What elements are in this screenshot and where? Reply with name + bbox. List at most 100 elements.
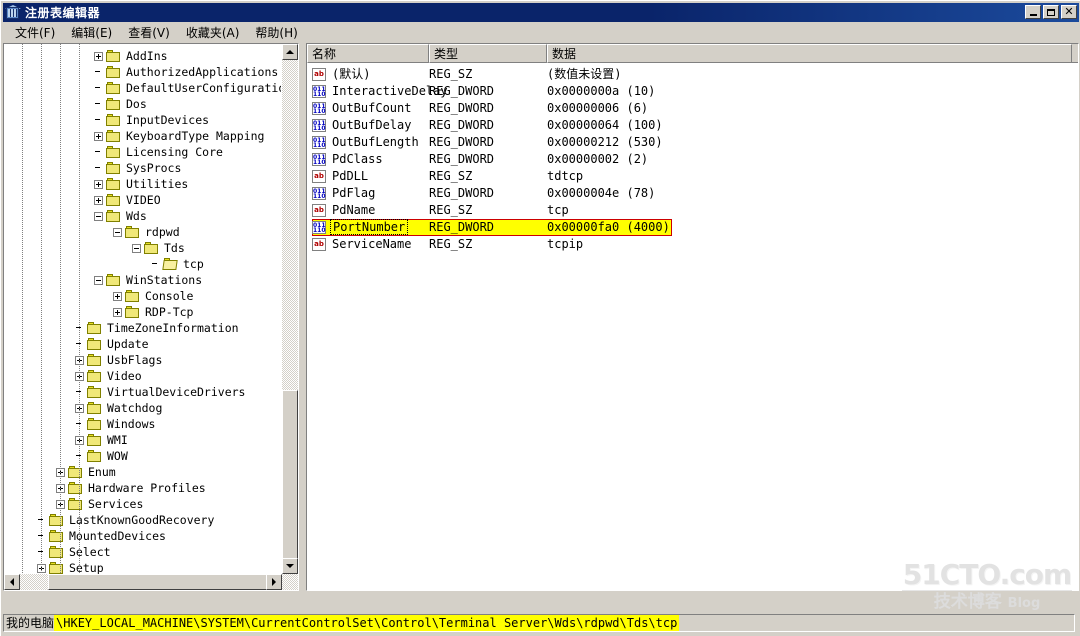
value-data: 0x00000064 (100) (547, 118, 663, 132)
tree-item-wds[interactable]: Wds (94, 208, 147, 224)
collapse-minus-icon[interactable] (132, 243, 141, 253)
expand-plus-icon[interactable] (94, 51, 103, 61)
expand-plus-icon[interactable] (113, 291, 122, 301)
value-type: REG_DWORD (429, 152, 495, 166)
folder-icon (87, 337, 103, 351)
folder-icon (49, 561, 65, 575)
tree-scroll-left-button[interactable] (4, 574, 20, 590)
value-name: ServiceName (332, 237, 412, 251)
collapse-minus-icon[interactable] (94, 275, 103, 285)
value-row[interactable]: ab ServiceName REG_SZ tcpip (307, 236, 1078, 253)
value-row[interactable]: 011 110 PortNumber REG_DWORD 0x00000fa0 (400… (307, 219, 1078, 236)
tree-item-tcp[interactable]: tcp (151, 256, 204, 272)
value-type: REG_DWORD (429, 135, 495, 149)
menu-item-4[interactable]: 帮助(H) (247, 22, 305, 43)
tree-item-inputdevices[interactable]: InputDevices (94, 112, 209, 128)
menu-item-3[interactable]: 收藏夹(A) (178, 22, 248, 43)
tree-item-utilities[interactable]: Utilities (94, 176, 188, 192)
tree-item-dos[interactable]: Dos (94, 96, 147, 112)
tree-item-label: VirtualDeviceDrivers (107, 385, 246, 399)
folder-icon (49, 545, 65, 559)
menu-item-0[interactable]: 文件(F) (7, 22, 63, 43)
value-row[interactable]: 011 110 InteractiveDelay REG_DWORD 0x0000000… (307, 83, 1078, 100)
dword-value-icon: 011 110 (312, 187, 326, 200)
tree-item-wow[interactable]: WOW (75, 448, 128, 464)
expand-plus-icon[interactable] (94, 131, 103, 141)
tree-item-authorizedapplications[interactable]: AuthorizedApplications (94, 64, 278, 80)
value-row[interactable]: 011 110 OutBufCount REG_DWORD 0x00000006 (6) (307, 100, 1078, 117)
menu-item-2[interactable]: 查看(V) (120, 22, 178, 43)
tree-vertical-scrollbar[interactable] (282, 44, 298, 574)
registry-tree-panel[interactable]: AddIns AuthorizedApplications DefaultUserC… (3, 43, 299, 591)
menu-bar: 文件(F) 编辑(E) 查看(V) 收藏夹(A) 帮助(H) (3, 23, 1079, 42)
registry-tree[interactable]: AddIns AuthorizedApplications DefaultUserC… (4, 44, 281, 590)
tree-item-usbflags[interactable]: UsbFlags (75, 352, 162, 368)
value-type: REG_SZ (429, 67, 473, 81)
tree-scroll-down-button[interactable] (282, 558, 298, 574)
tree-item-watchdog[interactable]: Watchdog (75, 400, 162, 416)
folder-icon (106, 97, 122, 111)
tree-item-lastknowngoodrecovery[interactable]: LastKnownGoodRecovery (37, 512, 214, 528)
tree-item-wmi[interactable]: WMI (75, 432, 128, 448)
collapse-minus-icon[interactable] (94, 211, 103, 221)
tree-item-tds[interactable]: Tds (132, 240, 185, 256)
tree-item-virtualdevicedrivers[interactable]: VirtualDeviceDrivers (75, 384, 245, 400)
value-row[interactable]: 011 110 OutBufLength REG_DWORD 0x00000212 (5… (307, 134, 1078, 151)
folder-icon (106, 65, 122, 79)
tree-item-label: Console (145, 289, 194, 303)
folder-icon (49, 513, 65, 527)
tree-item-addins[interactable]: AddIns (94, 48, 168, 64)
tree-item-video[interactable]: VIDEO (94, 192, 161, 208)
tree-item-enum[interactable]: Enum (56, 464, 116, 480)
menu-item-1[interactable]: 编辑(E) (63, 22, 120, 43)
tree-item-defaultuserconfiguration[interactable]: DefaultUserConfiguration (94, 80, 281, 96)
tree-item-video[interactable]: Video (75, 368, 142, 384)
value-name-cell: OutBufCount (330, 100, 413, 117)
value-data: 0x00000002 (2) (547, 152, 649, 166)
minimize-button[interactable] (1025, 5, 1041, 19)
collapse-minus-icon[interactable] (113, 227, 122, 237)
tree-scroll-up-button[interactable] (282, 44, 298, 60)
tree-item-label: Services (88, 497, 144, 511)
tree-scroll-thumb[interactable] (282, 390, 298, 570)
expand-plus-icon[interactable] (113, 307, 122, 317)
tree-horizontal-scrollbar[interactable] (4, 574, 298, 590)
tree-item-label: WinStations (126, 273, 203, 287)
expand-plus-icon[interactable] (94, 179, 103, 189)
value-row[interactable]: ab PdName REG_SZ tcp (307, 202, 1078, 219)
tree-item-select[interactable]: Select (37, 544, 111, 560)
tree-item-services[interactable]: Services (56, 496, 143, 512)
tree-spacer (94, 84, 103, 93)
value-row[interactable]: ab PdDLL REG_SZ tdtcp (307, 168, 1078, 185)
tree-item-mounteddevices[interactable]: MountedDevices (37, 528, 166, 544)
column-header-0[interactable]: 名称 (307, 44, 429, 63)
value-row[interactable]: 011 110 PdClass REG_DWORD 0x00000002 (2) (307, 151, 1078, 168)
panel-splitter[interactable] (299, 43, 306, 591)
tree-item-keyboardtype-mapping[interactable]: KeyboardType Mapping (94, 128, 264, 144)
close-button[interactable]: ✕ (1061, 5, 1077, 19)
tree-item-windows[interactable]: Windows (75, 416, 155, 432)
tree-item-label: Dos (126, 97, 147, 111)
tree-item-sysprocs[interactable]: SysProcs (94, 160, 181, 176)
tree-item-update[interactable]: Update (75, 336, 149, 352)
expand-plus-icon[interactable] (94, 195, 103, 205)
tree-scroll-right-button[interactable] (266, 574, 282, 590)
value-data: 0x0000004e (78) (547, 186, 656, 200)
column-header-2[interactable]: 数据 (547, 44, 1072, 63)
value-row[interactable]: 011 110 PdFlag REG_DWORD 0x0000004e (78) (307, 185, 1078, 202)
value-name: (默认) (332, 67, 371, 81)
tree-item-timezoneinformation[interactable]: TimeZoneInformation (75, 320, 239, 336)
maximize-button[interactable] (1043, 5, 1059, 19)
folder-icon (106, 113, 122, 127)
tree-hscroll-thumb[interactable] (48, 574, 270, 590)
string-value-icon: ab (312, 238, 326, 251)
tree-item-rdpwd[interactable]: rdpwd (113, 224, 180, 240)
tree-item-rdp-tcp[interactable]: RDP-Tcp (113, 304, 193, 320)
value-row[interactable]: 011 110 OutBufDelay REG_DWORD 0x00000064 (10… (307, 117, 1078, 134)
tree-item-licensing-core[interactable]: Licensing Core (94, 144, 223, 160)
registry-values-panel[interactable]: 名称 类型 数据 ab (默认) REG_SZ (数值未设置) 011 110 Interact… (306, 43, 1079, 591)
column-header-1[interactable]: 类型 (429, 44, 547, 63)
value-row[interactable]: ab (默认) REG_SZ (数值未设置) (307, 66, 1078, 83)
tree-item-winstations[interactable]: WinStations (94, 272, 202, 288)
tree-item-console[interactable]: Console (113, 288, 193, 304)
